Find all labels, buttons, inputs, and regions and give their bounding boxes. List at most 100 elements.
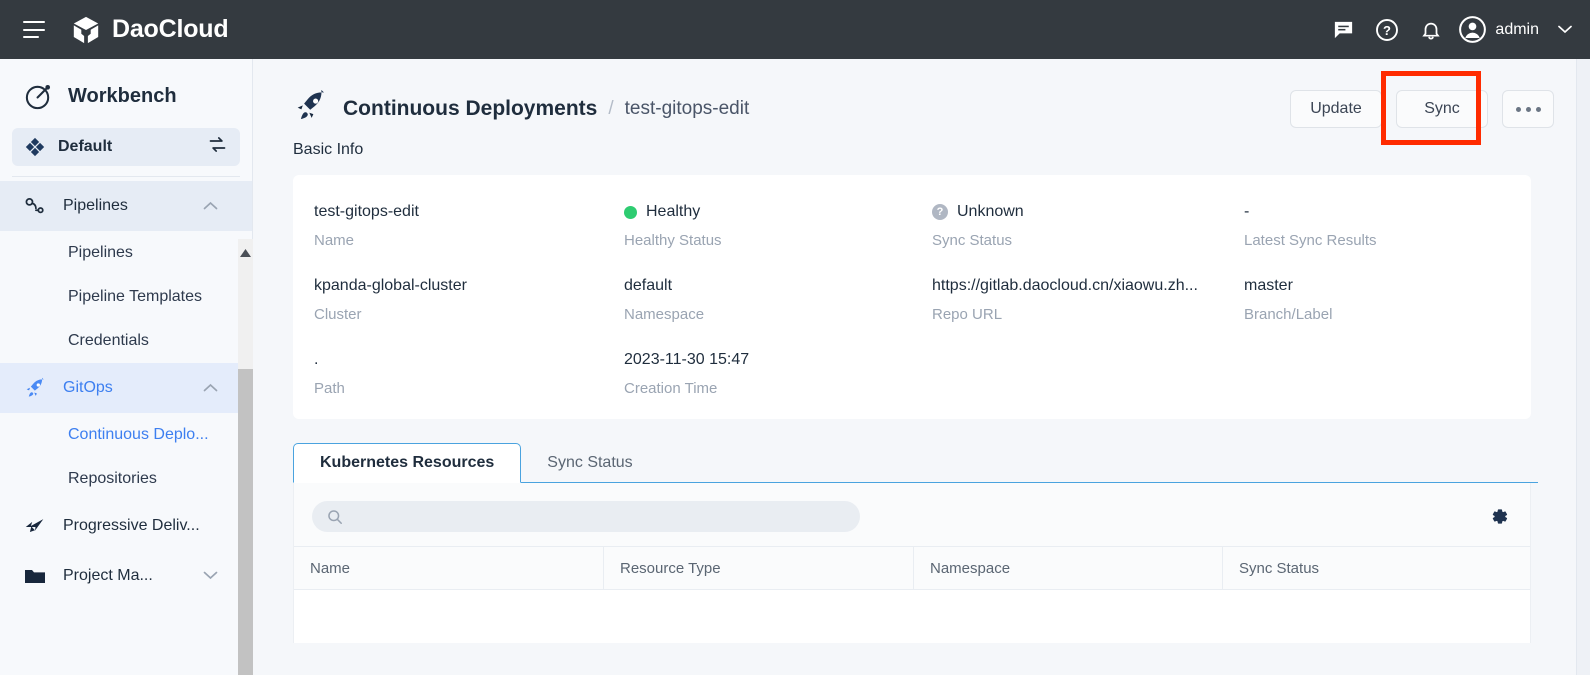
tab-sync-status[interactable]: Sync Status [521,443,658,483]
field-path: . Path [314,349,624,397]
field-label: Name [314,232,624,249]
chevron-up-icon[interactable] [203,379,218,397]
search-input[interactable] [353,509,833,525]
field-value: - [1244,203,1249,221]
update-button[interactable]: Update [1290,90,1382,128]
main-content: Continuous Deployments / test-gitops-edi… [254,59,1576,675]
context-selector[interactable]: Default [12,128,240,166]
field-label: Sync Status [932,232,1244,249]
field-value: https://gitlab.daocloud.cn/xiaowu.zh... [932,277,1198,295]
sync-button[interactable]: Sync [1396,90,1488,128]
field-label: Namespace [624,306,932,323]
field-branch-label: master Branch/Label [1244,275,1544,323]
scroll-up-arrow-icon[interactable] [240,244,251,252]
help-icon[interactable]: ? [1365,8,1409,52]
column-header-namespace[interactable]: Namespace [914,547,1223,589]
table-body [294,589,1530,643]
field-spacer-2 [1244,349,1544,397]
chevron-down-icon[interactable] [203,567,218,585]
field-label: Repo URL [932,306,1244,323]
resources-panel: Name Resource Type Namespace Sync Status [293,483,1531,643]
field-latest-sync-results: - Latest Sync Results [1244,201,1544,249]
brand-name: DaoCloud [112,15,228,44]
table-header: Name Resource Type Namespace Sync Status [294,546,1530,589]
basic-info-grid: test-gitops-edit Name Healthy Healthy St… [293,201,1531,397]
table-toolbar [294,483,1530,546]
sidebar-item-credentials[interactable]: Credentials [0,319,252,363]
field-value: default [624,277,672,295]
section-title-basic-info: Basic Info [254,135,1576,159]
field-value: . [314,351,318,369]
tab-kubernetes-resources[interactable]: Kubernetes Resources [293,443,521,483]
column-header-name[interactable]: Name [294,547,604,589]
field-sync-status: ? Unknown Sync Status [932,201,1244,249]
sidebar-group-pipelines[interactable]: Pipelines [0,181,252,231]
workspace-icon [24,136,46,158]
rocket-icon [23,376,47,401]
pipeline-icon [23,194,47,219]
sidebar-item-repositories[interactable]: Repositories [0,457,252,501]
column-header-sync-status[interactable]: Sync Status [1223,547,1530,589]
daocloud-logo-icon [71,15,101,45]
rocket-icon [292,88,329,130]
sidebar-group-label: GitOps [63,379,113,397]
sync-button-wrapper: Sync [1396,90,1488,128]
tab-bar: Kubernetes Resources Sync Status [254,443,1576,483]
context-name: Default [58,138,112,156]
more-options-button[interactable] [1502,90,1554,128]
field-label: Healthy Status [624,232,932,249]
sidebar-nav: Pipelines Pipelines Pipeline Templates C… [0,181,252,601]
page-header: Continuous Deployments / test-gitops-edi… [254,59,1576,135]
header-actions: Update Sync [1290,90,1576,128]
page-scrollbar[interactable] [1576,59,1590,675]
workbench-title: Workbench [68,85,177,108]
field-creation-time: 2023-11-30 15:47 Creation Time [624,349,932,397]
gear-icon[interactable] [1489,506,1510,527]
sidebar-group-label: Project Ma... [63,567,153,585]
sidebar: Workbench Default [0,59,253,675]
breadcrumb-root[interactable]: Continuous Deployments [343,97,597,121]
field-repo-url: https://gitlab.daocloud.cn/xiaowu.zh... … [932,275,1244,323]
sidebar-scrollbar-thumb[interactable] [238,369,253,675]
search-icon [327,509,343,525]
sidebar-group-progressive-delivery[interactable]: Progressive Deliv... [0,501,252,551]
user-name: admin [1495,21,1539,39]
field-label: Cluster [314,306,624,323]
user-menu[interactable]: admin [1453,16,1576,43]
field-label: Latest Sync Results [1244,232,1544,249]
bell-icon[interactable] [1409,8,1453,52]
workbench-icon [23,81,54,112]
field-namespace: default Namespace [624,275,932,323]
field-label: Path [314,380,624,397]
avatar [1459,16,1486,43]
svg-text:?: ? [1383,23,1391,38]
sidebar-group-label: Pipelines [63,197,128,215]
basic-info-card: test-gitops-edit Name Healthy Healthy St… [293,175,1531,419]
brand-logo[interactable]: DaoCloud [71,15,228,45]
column-header-resource-type[interactable]: Resource Type [604,547,914,589]
workbench-header[interactable]: Workbench [0,59,252,126]
folder-icon [23,564,47,588]
sidebar-group-gitops[interactable]: GitOps [0,363,252,413]
sidebar-group-project-management[interactable]: Project Ma... [0,551,252,601]
sidebar-item-pipeline-templates[interactable]: Pipeline Templates [0,275,252,319]
hamburger-icon[interactable] [23,21,45,38]
field-label: Branch/Label [1244,306,1544,323]
swap-icon[interactable] [207,134,228,160]
field-value: Unknown [957,203,1024,221]
breadcrumb-current: test-gitops-edit [625,98,750,120]
question-mark-icon: ? [932,204,948,220]
search-input-wrapper[interactable] [312,501,860,532]
breadcrumb-separator: / [608,98,613,120]
chevron-up-icon[interactable] [203,197,218,215]
chat-icon[interactable] [1321,8,1365,52]
sidebar-item-pipelines[interactable]: Pipelines [0,231,252,275]
sidebar-item-continuous-deployments[interactable]: Continuous Deplo... [0,413,252,457]
top-bar: DaoCloud ? [0,0,1590,59]
field-name: test-gitops-edit Name [314,201,624,249]
field-healthy-status: Healthy Healthy Status [624,201,932,249]
field-value: test-gitops-edit [314,203,419,221]
field-value: Healthy [646,203,700,221]
field-value: master [1244,277,1293,295]
argo-rollouts-icon [23,514,47,539]
